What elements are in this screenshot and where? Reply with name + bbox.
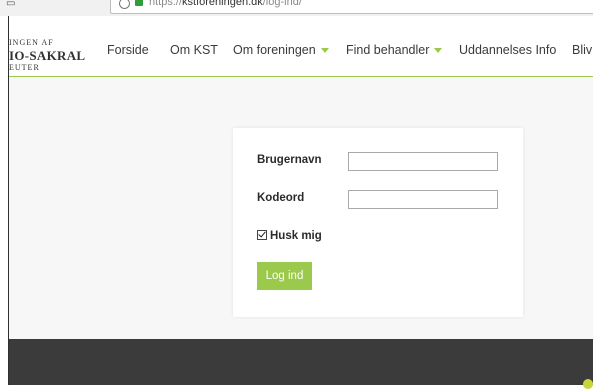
password-input[interactable]	[348, 190, 498, 209]
username-label: Brugernavn	[257, 154, 322, 166]
tab-icon[interactable]: ▭	[6, 0, 15, 9]
nav-label: Forside	[107, 43, 149, 57]
info-icon[interactable]	[119, 0, 130, 9]
logo-line-3: EUTER	[9, 63, 40, 72]
logo-line-1: INGEN AF	[9, 38, 54, 47]
nav-label: Om foreningen	[233, 43, 316, 57]
nav-item-forside[interactable]: Forside	[107, 43, 149, 57]
nav-label: Om KST	[170, 43, 218, 57]
remember-label: Husk mig	[270, 230, 322, 242]
chevron-down-icon	[434, 48, 443, 54]
nav-item-find-behandler[interactable]: Find behandler	[346, 43, 443, 57]
scroll-top-icon[interactable]	[583, 379, 593, 389]
url-scheme: https://	[149, 0, 183, 8]
nav-label: Find behandler	[346, 43, 430, 57]
nav-item-bliv[interactable]: Bliv	[572, 43, 592, 57]
nav-item-uddannelses-info[interactable]: Uddannelses Info	[459, 43, 556, 57]
nav-item-om-foreningen[interactable]: Om foreningen	[233, 43, 329, 57]
url-path: /log-ind/	[262, 0, 302, 8]
site-header: INGEN AF IO-SAKRAL EUTER Forside Om KST …	[9, 16, 593, 77]
nav-label: Uddannelses Info	[459, 43, 557, 57]
nav-label: Bliv	[572, 43, 593, 57]
nav-item-om-kst[interactable]: Om KST	[170, 43, 218, 57]
url-text[interactable]: https://kstforeningen.dk/log-ind/	[149, 0, 302, 8]
remember-checkbox[interactable]	[257, 230, 267, 240]
username-input[interactable]	[348, 152, 498, 171]
password-label: Kodeord	[257, 192, 305, 204]
window-edge	[0, 16, 9, 385]
chevron-down-icon	[320, 48, 329, 54]
url-host: kstforeningen.dk	[182, 0, 263, 8]
address-bar[interactable]: https://kstforeningen.dk/log-ind/	[110, 0, 593, 14]
site-footer	[9, 339, 593, 389]
browser-chrome: ▭ https://kstforeningen.dk/log-ind/	[0, 0, 593, 17]
remember-me[interactable]: Husk mig	[257, 230, 322, 242]
logo-line-2: IO-SAKRAL	[9, 48, 86, 63]
login-form: Brugernavn Kodeord Husk mig Log ind	[233, 128, 523, 317]
site-logo[interactable]: INGEN AF IO-SAKRAL EUTER	[9, 39, 85, 72]
lock-icon	[135, 0, 143, 6]
login-button[interactable]: Log ind	[257, 262, 312, 290]
